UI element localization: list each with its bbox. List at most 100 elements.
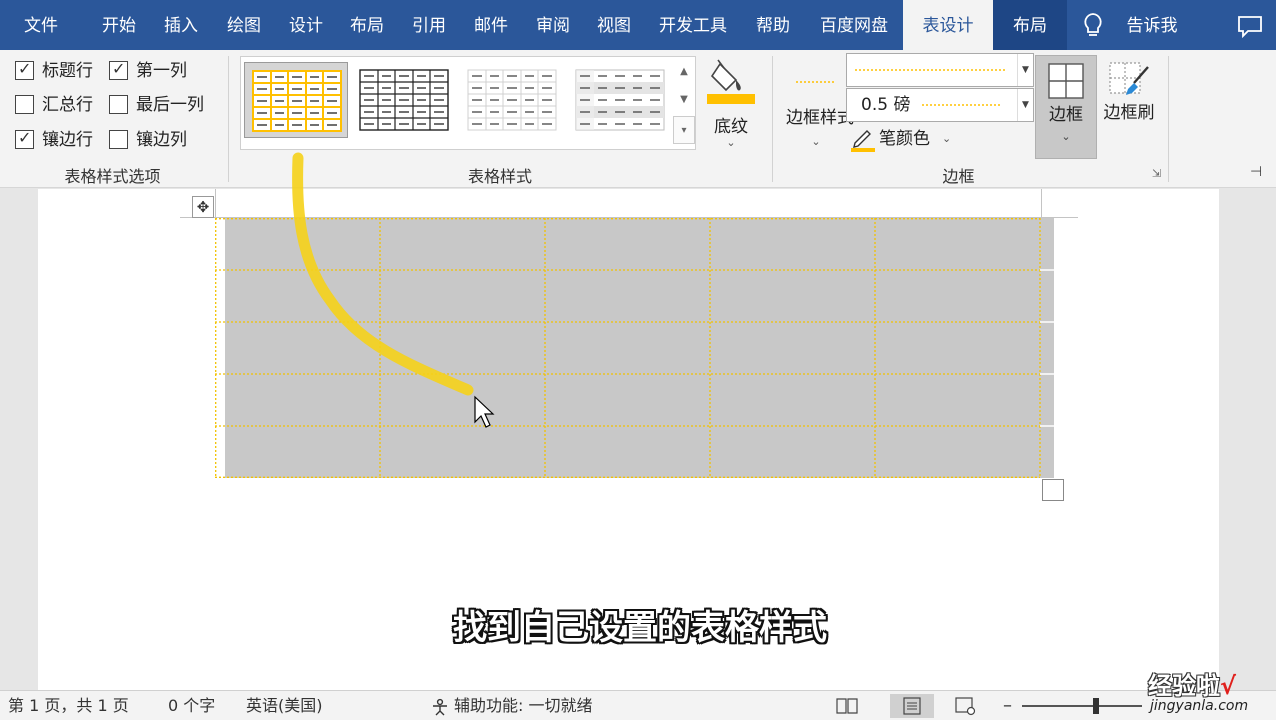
table-cell[interactable]: [380, 218, 545, 270]
chevron-down-icon: ▼: [1017, 54, 1033, 86]
table-cell[interactable]: [710, 218, 875, 270]
tab-table-layout[interactable]: 布局: [993, 0, 1067, 50]
checkbox-box[interactable]: [109, 130, 128, 149]
web-layout-view-icon[interactable]: [950, 694, 980, 718]
table-move-handle-icon[interactable]: ✥: [192, 196, 214, 218]
table-cell[interactable]: [380, 426, 545, 478]
tab-view[interactable]: 视图: [583, 0, 645, 50]
tab-baidu-netdisk[interactable]: 百度网盘: [806, 0, 902, 50]
checkbox-label: 汇总行: [42, 95, 93, 115]
language-indicator[interactable]: 英语(美国): [246, 691, 323, 720]
table-cell[interactable]: [225, 218, 380, 270]
shading-label: 底纹: [714, 117, 748, 137]
print-layout-view-icon[interactable]: [890, 694, 934, 718]
page-icon: [903, 697, 921, 715]
zoom-slider-thumb[interactable]: [1093, 698, 1099, 714]
border-styles-button[interactable]: 边框样式 ⌄: [786, 56, 854, 158]
group-separator: [772, 56, 773, 182]
table-cell[interactable]: [875, 322, 1040, 374]
tab-help[interactable]: 帮助: [742, 0, 804, 50]
paint-bucket-icon: [707, 59, 755, 104]
table-cell[interactable]: [545, 322, 710, 374]
status-bar: 第 1 页，共 1 页 0 个字 英语(美国) 辅助功能: 一切就绪 –: [0, 690, 1276, 720]
table-cell[interactable]: [225, 426, 380, 478]
table-style-plain-light[interactable]: [460, 62, 564, 138]
comment-icon[interactable]: [1236, 14, 1264, 38]
table-cell[interactable]: [875, 374, 1040, 426]
shading-button[interactable]: 底纹 ⌄: [703, 56, 759, 158]
tab-references[interactable]: 引用: [398, 0, 460, 50]
tab-mailings[interactable]: 邮件: [460, 0, 522, 50]
tab-developer[interactable]: 开发工具: [645, 0, 741, 50]
line-weight-dropdown[interactable]: 0.5 磅 ▼: [846, 88, 1034, 122]
border-painter-button[interactable]: 边框刷: [1098, 55, 1160, 159]
table-cell[interactable]: [710, 374, 875, 426]
web-icon: [955, 697, 976, 716]
pen-icon: [851, 130, 875, 152]
table-cell[interactable]: [875, 218, 1040, 270]
page-count[interactable]: 第 1 页，共 1 页: [8, 691, 129, 720]
lightbulb-icon[interactable]: [1081, 12, 1105, 38]
tab-file[interactable]: 文件: [10, 0, 72, 50]
tell-me-search[interactable]: 告诉我: [1112, 0, 1192, 50]
table-cell[interactable]: [710, 270, 875, 322]
chevron-down-icon: ⌄: [1061, 130, 1071, 143]
table-style-banded-gray[interactable]: [568, 62, 672, 138]
line-style-dropdown[interactable]: ▼: [846, 53, 1034, 87]
table-cell[interactable]: [875, 270, 1040, 322]
ribbon-tab-bar: 文件 开始 插入 绘图 设计 布局 引用 邮件 审阅 视图 开发工具 帮助 百度…: [0, 0, 1276, 50]
borders-grid-icon: [1048, 63, 1084, 99]
zoom-out-icon[interactable]: –: [1003, 691, 1012, 720]
gallery-more-icon[interactable]: ▾: [673, 116, 695, 144]
borders-label: 边框: [1049, 105, 1083, 125]
table-style-grid[interactable]: [352, 62, 456, 138]
table-cell[interactable]: [710, 322, 875, 374]
watermark-logo: 经验啦√: [1148, 672, 1237, 700]
document-table[interactable]: [215, 218, 1054, 478]
table-cell[interactable]: [545, 218, 710, 270]
zoom-slider-track[interactable]: [1022, 705, 1142, 707]
tab-review[interactable]: 审阅: [522, 0, 584, 50]
gallery-scroll: ▲ ▼ ▾: [673, 58, 695, 148]
group-label-borders: 边框: [942, 167, 975, 186]
tab-insert[interactable]: 插入: [150, 0, 212, 50]
table-cell[interactable]: [545, 426, 710, 478]
table-cell[interactable]: [710, 426, 875, 478]
group-label-table-styles: 表格样式: [467, 167, 532, 186]
dialog-launcher-icon[interactable]: ⇲: [1152, 167, 1161, 180]
video-subtitle: 找到自己设置的表格样式: [453, 608, 827, 648]
checkbox-box[interactable]: ✓: [15, 128, 34, 149]
tab-layout[interactable]: 布局: [336, 0, 398, 50]
checkbox-box[interactable]: [109, 95, 128, 114]
book-icon: [836, 698, 858, 714]
tab-home[interactable]: 开始: [88, 0, 150, 50]
table-cell[interactable]: [225, 322, 380, 374]
table-styles-gallery: [240, 56, 696, 150]
table-cell[interactable]: [545, 374, 710, 426]
gallery-scroll-down-icon[interactable]: ▼: [673, 86, 695, 114]
table-cell[interactable]: [380, 374, 545, 426]
pin-ribbon-icon[interactable]: ⊣: [1250, 164, 1262, 180]
accessibility-status[interactable]: 辅助功能: 一切就绪: [454, 691, 592, 720]
checkbox-box[interactable]: [15, 95, 34, 114]
table-cell[interactable]: [380, 270, 545, 322]
gallery-scroll-up-icon[interactable]: ▲: [673, 58, 695, 86]
checkbox-box[interactable]: ✓: [109, 59, 128, 80]
table-resize-handle[interactable]: [1042, 479, 1064, 501]
tab-draw[interactable]: 绘图: [213, 0, 275, 50]
table-cell[interactable]: [875, 426, 1040, 478]
read-mode-view-icon[interactable]: [832, 694, 862, 718]
tab-table-design[interactable]: 表设计: [903, 0, 993, 50]
margin-guide: [215, 189, 216, 217]
word-count[interactable]: 0 个字: [168, 691, 215, 720]
borders-button[interactable]: 边框 ⌄: [1035, 55, 1097, 159]
table-cell[interactable]: [225, 270, 380, 322]
table-style-custom-yellow[interactable]: [244, 62, 348, 138]
chevron-down-icon: ⌄: [942, 132, 952, 145]
table-cell[interactable]: [545, 270, 710, 322]
table-cell[interactable]: [380, 322, 545, 374]
table-cell[interactable]: [225, 374, 380, 426]
checkbox-box[interactable]: ✓: [15, 59, 34, 80]
border-painter-label: 边框刷: [1103, 103, 1155, 123]
tab-design[interactable]: 设计: [275, 0, 337, 50]
